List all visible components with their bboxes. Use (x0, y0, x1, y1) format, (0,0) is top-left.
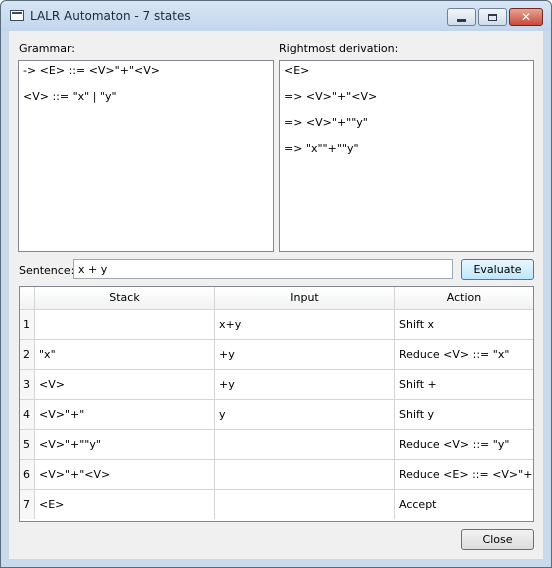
action-cell: Shift y (399, 408, 435, 421)
row-index: 5 (20, 430, 35, 459)
input-cell (215, 460, 395, 489)
action-cell: Reduce <V> ::= "y" (399, 438, 510, 451)
stack-cell: <V> (35, 370, 215, 399)
close-button[interactable]: Close (461, 529, 534, 550)
action-cell: Shift + (399, 378, 437, 391)
stack-cell: <V>"+" (35, 400, 215, 429)
table-row[interactable]: 3 <V> +y Shift + (20, 370, 533, 400)
minimize-button[interactable] (447, 8, 476, 26)
table-row[interactable]: 1 x+y Shift x (20, 310, 533, 340)
stack-cell: <E> (35, 490, 215, 519)
stack-cell (35, 310, 215, 339)
action-cell: Reduce <V> ::= "x" (399, 348, 510, 361)
app-window-icon (10, 10, 24, 21)
maximize-button[interactable] (478, 8, 507, 26)
table-row[interactable]: 7 <E> Accept (20, 490, 533, 520)
derivation-textbox[interactable]: <E> => <V>"+"<V> => <V>"+""y" => "x""+""… (279, 60, 534, 252)
row-index: 4 (20, 400, 35, 429)
table-row[interactable]: 5 <V>"+""y" Reduce <V> ::= "y" (20, 430, 533, 460)
sentence-label: Sentence: (19, 264, 75, 277)
parse-table[interactable]: Stack Input Action 1 x+y Shift x 2 "x" +… (19, 286, 534, 522)
input-cell: +y (215, 370, 395, 399)
evaluate-button[interactable]: Evaluate (461, 259, 534, 280)
derivation-line: <E> (284, 64, 310, 77)
grammar-line: -> <E> ::= <V>"+"<V> (23, 64, 160, 77)
input-cell (215, 430, 395, 459)
grammar-textbox[interactable]: -> <E> ::= <V>"+"<V> <V> ::= "x" | "y" (18, 60, 274, 252)
action-cell: Reduce <E> ::= <V>"+... (399, 468, 533, 481)
row-index: 7 (20, 490, 35, 519)
maximize-icon (479, 9, 506, 25)
stack-cell: "x" (35, 340, 215, 369)
close-icon: ✕ (520, 10, 532, 24)
action-cell: Accept (399, 498, 437, 511)
row-index: 3 (20, 370, 35, 399)
header-stack[interactable]: Stack (35, 287, 215, 309)
stack-cell: <V>"+"<V> (35, 460, 215, 489)
table-row[interactable]: 2 "x" +y Reduce <V> ::= "x" (20, 340, 533, 370)
grammar-line: <V> ::= "x" | "y" (23, 90, 117, 103)
derivation-line: => <V>"+""y" (284, 116, 368, 129)
close-window-button[interactable]: ✕ (509, 8, 543, 26)
input-cell: x+y (215, 310, 395, 339)
table-header: Stack Input Action (20, 287, 533, 310)
header-index (20, 287, 35, 309)
header-action[interactable]: Action (395, 287, 533, 309)
derivation-line: => <V>"+"<V> (284, 90, 378, 103)
grammar-label: Grammar: (19, 42, 75, 55)
row-index: 6 (20, 460, 35, 489)
derivation-label: Rightmost derivation: (279, 42, 399, 55)
input-cell: +y (215, 340, 395, 369)
window-title: LALR Automaton - 7 states (30, 9, 191, 23)
input-cell: y (215, 400, 395, 429)
derivation-line: => "x""+""y" (284, 142, 359, 155)
row-index: 2 (20, 340, 35, 369)
main-window: LALR Automaton - 7 states ✕ Grammar: -> … (0, 0, 552, 568)
dialog-body: Grammar: -> <E> ::= <V>"+"<V> <V> ::= "x… (9, 31, 543, 559)
row-index: 1 (20, 310, 35, 339)
table-row[interactable]: 6 <V>"+"<V> Reduce <E> ::= <V>"+... (20, 460, 533, 490)
action-cell: Shift x (399, 318, 435, 331)
header-input[interactable]: Input (215, 287, 395, 309)
minimize-icon (448, 9, 475, 25)
title-bar[interactable]: LALR Automaton - 7 states ✕ (1, 1, 551, 31)
sentence-input[interactable] (73, 259, 453, 279)
input-cell (215, 490, 395, 519)
stack-cell: <V>"+""y" (35, 430, 215, 459)
table-row[interactable]: 4 <V>"+" y Shift y (20, 400, 533, 430)
